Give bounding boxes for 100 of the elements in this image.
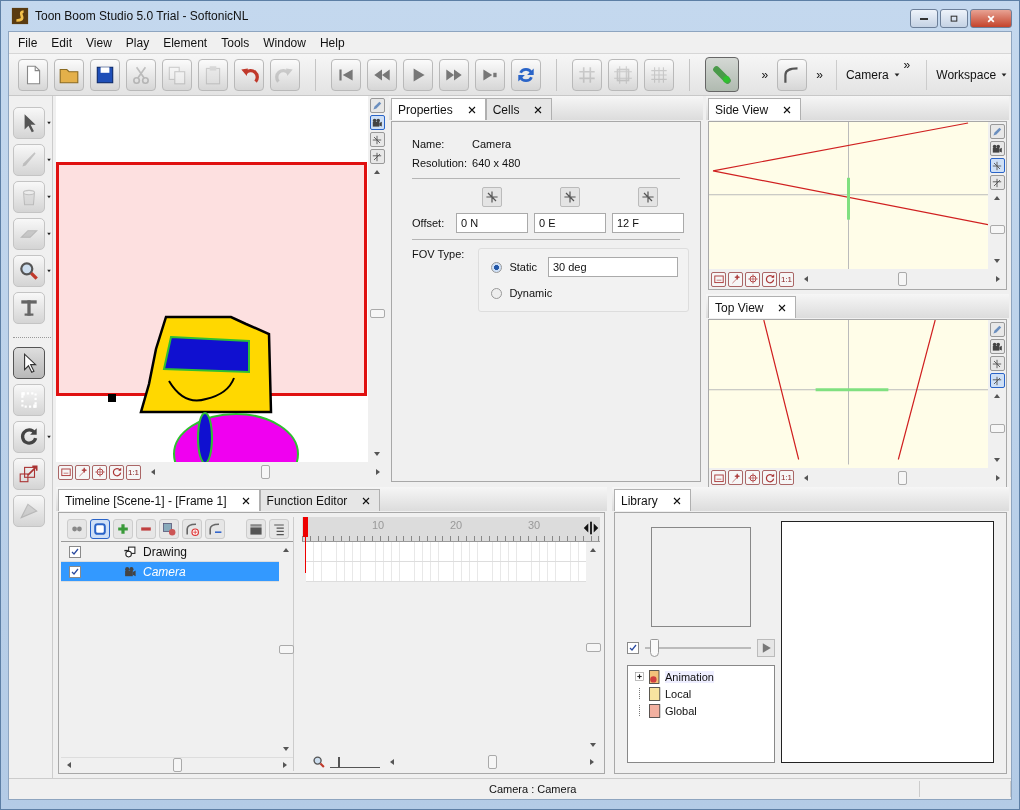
view-mode-button[interactable] (989, 158, 1005, 173)
axis-icon (991, 176, 1003, 189)
zoom-ratio-button[interactable]: 1:1 (126, 464, 141, 480)
frame-icon (712, 273, 725, 286)
frame-track[interactable] (306, 562, 586, 582)
menu-item[interactable]: Play (118, 35, 157, 50)
tool-button[interactable] (13, 292, 45, 324)
book-icon (647, 702, 663, 719)
library-tree[interactable]: Animation Local Global (627, 665, 775, 763)
view-button[interactable] (762, 470, 777, 486)
tab[interactable]: Function Editor (259, 489, 381, 511)
view-mode-button[interactable] (989, 175, 1005, 190)
tool-button[interactable] (13, 255, 45, 287)
menu-item[interactable]: Help (312, 35, 352, 50)
checkbox[interactable] (69, 565, 81, 578)
view-button[interactable] (728, 470, 743, 486)
checkbox[interactable] (627, 642, 639, 654)
tab[interactable]: Side View (708, 98, 802, 120)
view-button[interactable] (75, 464, 90, 480)
toolbar-button[interactable] (90, 58, 120, 91)
dropdown-button[interactable]: Workspace (926, 59, 1012, 90)
axis-icon (991, 374, 1003, 387)
toolbar-button[interactable] (777, 58, 808, 91)
offset-field[interactable]: 12 F (612, 213, 684, 233)
tab[interactable]: Timeline [Scene-1] - [Frame 1] (58, 489, 260, 511)
tab[interactable]: Cells (485, 98, 553, 120)
tab[interactable]: Top View (708, 296, 797, 319)
tool-button[interactable] (13, 347, 45, 379)
axis-icon (371, 133, 383, 146)
view-button[interactable] (109, 464, 124, 480)
checkbox[interactable] (69, 545, 81, 558)
axis-button[interactable] (638, 187, 658, 207)
view-button[interactable] (58, 464, 73, 480)
window-title: Toon Boom Studio 5.0 Trial - SoftonicNL (35, 9, 249, 23)
axis-button[interactable] (482, 187, 502, 207)
overflow-button[interactable]: » (813, 59, 826, 90)
view-mode-button[interactable] (369, 149, 385, 164)
view-button[interactable] (762, 271, 777, 287)
zoom-slider[interactable] (330, 756, 380, 768)
minimize-button[interactable] (910, 9, 938, 28)
offset-field[interactable]: 0 E (534, 213, 606, 233)
view-button[interactable] (711, 271, 726, 287)
axis-icon (371, 150, 383, 163)
frame-track[interactable] (306, 542, 586, 562)
menu-item[interactable]: Edit (44, 35, 80, 50)
close-icon (466, 104, 477, 115)
dropdown-button[interactable]: Camera (835, 59, 904, 90)
timeline-tool-button[interactable] (90, 519, 110, 539)
maximize-button[interactable] (940, 9, 968, 28)
field-value: Camera (472, 138, 513, 150)
menu-item[interactable]: Window (256, 35, 313, 50)
tab[interactable]: Library (614, 489, 691, 511)
radio-label: Dynamic (509, 287, 553, 299)
view-button[interactable] (92, 464, 107, 480)
menu-item[interactable]: Element (156, 35, 215, 50)
play-button[interactable] (757, 639, 775, 657)
axis-button[interactable] (560, 187, 580, 207)
zoom-ratio-button[interactable]: 1:1 (779, 470, 794, 486)
radio-button[interactable] (491, 261, 503, 273)
view-mode-button[interactable] (989, 339, 1005, 355)
view-button[interactable] (745, 271, 760, 287)
resize-icon (18, 463, 40, 485)
drawing-canvas[interactable] (56, 96, 368, 462)
view-mode-button[interactable] (989, 141, 1005, 156)
menu-item[interactable]: File (11, 35, 45, 50)
tree-item[interactable]: Global (665, 704, 697, 717)
view-button[interactable] (711, 470, 726, 486)
frame-number: 20 (450, 519, 463, 531)
close-icon (533, 104, 544, 115)
tool-button[interactable] (13, 421, 45, 453)
playhead[interactable] (303, 517, 308, 573)
close-icon (671, 495, 682, 506)
radio-button[interactable] (491, 287, 503, 299)
overflow-button[interactable]: » (903, 58, 911, 72)
tab[interactable]: Properties (391, 98, 486, 120)
view-mode-button[interactable] (369, 115, 385, 130)
rotate-icon (18, 426, 40, 448)
horizontal-scrollbar[interactable] (61, 757, 293, 771)
camera-icon (991, 142, 1003, 155)
tool-button[interactable] (13, 458, 45, 490)
tool-button[interactable] (13, 107, 45, 139)
tree-item[interactable]: Animation (665, 670, 714, 683)
overflow-button[interactable]: » (758, 59, 772, 90)
pivot-marker[interactable] (108, 394, 116, 402)
tree-item[interactable]: Local (665, 687, 692, 700)
close-button[interactable] (970, 9, 1012, 28)
app-logo-icon (11, 7, 29, 25)
view-mode-button[interactable] (989, 356, 1005, 372)
view-button[interactable] (728, 271, 743, 287)
clapperboard-icon (248, 521, 264, 537)
view-mode-button[interactable] (989, 373, 1005, 389)
menu-item[interactable]: Tools (214, 35, 257, 50)
menu-item[interactable]: View (79, 35, 119, 50)
angle-field[interactable]: 30 deg (547, 257, 678, 277)
toolbar-button[interactable] (234, 58, 264, 91)
zoom-ratio-button[interactable]: 1:1 (779, 271, 794, 287)
view-button[interactable] (745, 470, 760, 486)
view-mode-button[interactable] (369, 132, 385, 147)
offset-field[interactable]: 0 N (456, 213, 528, 233)
toolbar-button[interactable] (510, 58, 541, 91)
